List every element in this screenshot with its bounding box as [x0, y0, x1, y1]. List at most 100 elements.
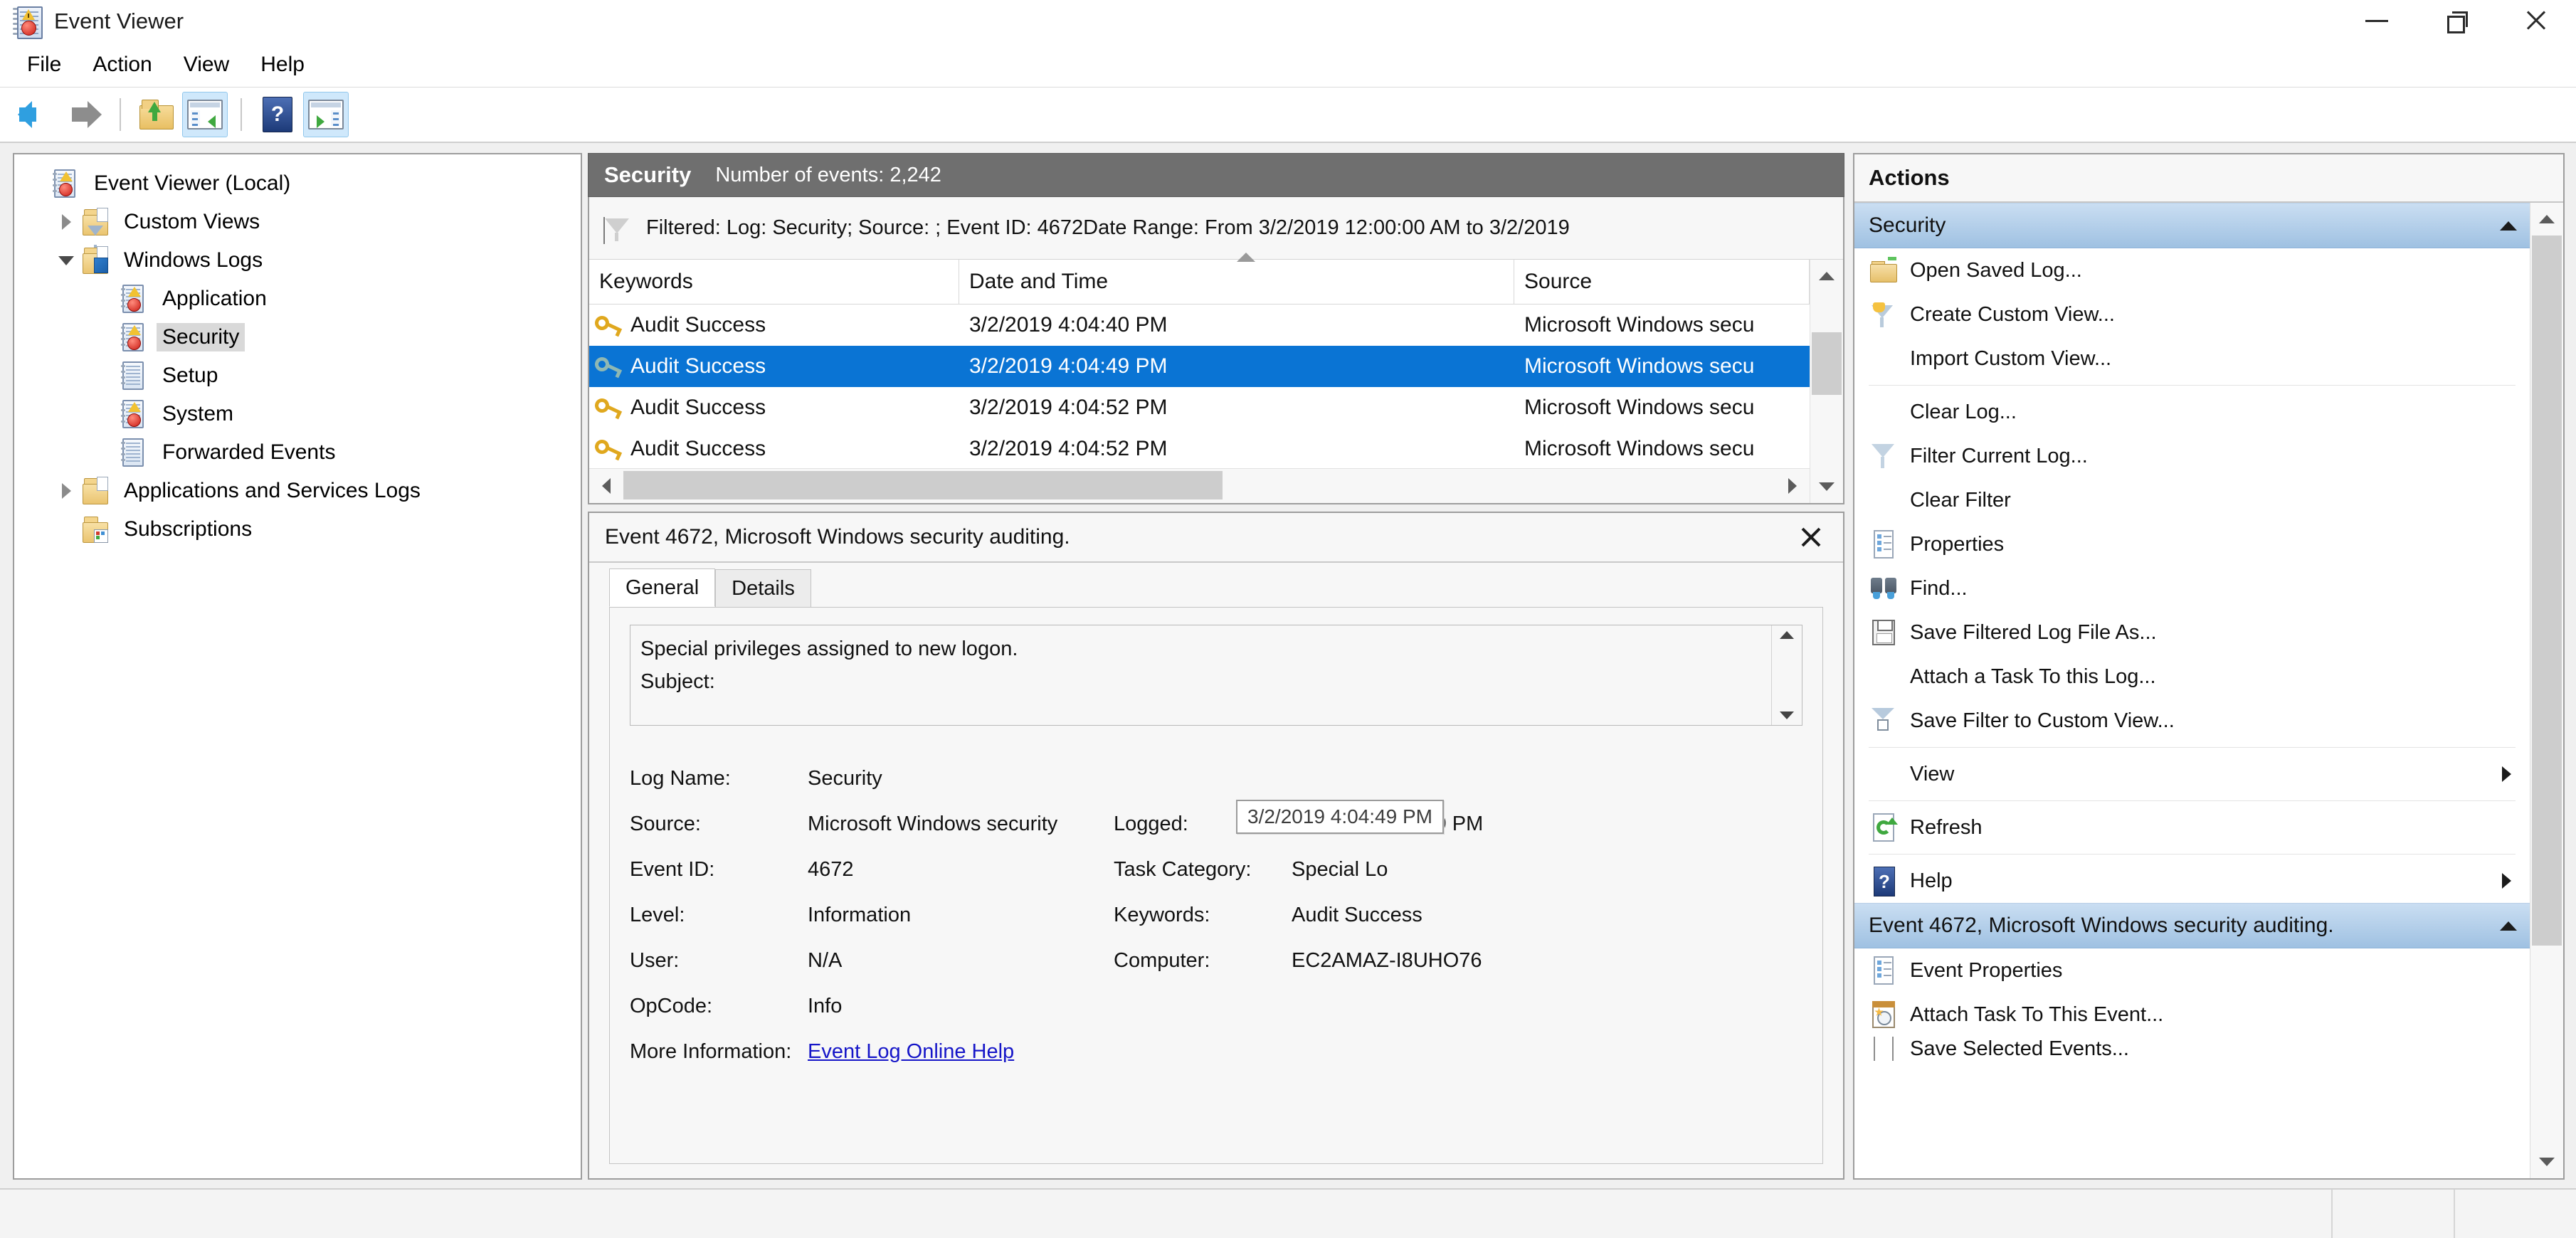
tree-item-system[interactable]: System — [14, 395, 581, 433]
action-clear-filter[interactable]: Clear Filter — [1854, 478, 2530, 522]
cell-source: Microsoft Windows secu — [1524, 396, 1755, 419]
event-list-vertical-scrollbar[interactable] — [1810, 260, 1843, 503]
column-header-source[interactable]: Source — [1514, 260, 1810, 304]
scroll-up-button[interactable] — [1810, 260, 1843, 292]
column-header-keywords[interactable]: Keywords — [589, 260, 959, 304]
scroll-track[interactable] — [2530, 236, 2563, 1146]
log-warning-icon — [120, 399, 148, 429]
field-value: Security — [808, 766, 882, 790]
action-save-selected-events[interactable]: Save Selected Events... — [1854, 1037, 2530, 1061]
table-row[interactable]: Audit Success 3/2/2019 4:04:49 PM Micros… — [589, 346, 1810, 387]
log-header-bar: Security Number of events: 2,242 — [588, 153, 1844, 197]
caret-up-icon[interactable] — [2500, 221, 2517, 231]
back-button[interactable] — [13, 92, 58, 137]
action-save-filter-to-custom-view[interactable]: Save Filter to Custom View... — [1854, 699, 2530, 743]
scroll-track[interactable] — [1810, 292, 1843, 470]
field-value: Information — [808, 903, 912, 926]
filter-funnel-icon — [602, 213, 632, 244]
action-attach-task-to-this-event[interactable]: Attach Task To This Event... — [1854, 993, 2530, 1037]
status-segment — [2333, 1190, 2455, 1238]
tree-expander-collapsed[interactable] — [51, 214, 81, 230]
scroll-down-button[interactable] — [2530, 1146, 2563, 1178]
scroll-left-button[interactable] — [589, 478, 623, 494]
close-button[interactable] — [2496, 0, 2576, 41]
minimize-button[interactable] — [2337, 0, 2417, 41]
help-button[interactable]: ? — [255, 92, 300, 137]
column-headers: Keywords Date and Time Source — [589, 253, 1810, 305]
show-hide-action-pane-button[interactable] — [303, 92, 349, 137]
actions-list: Security Open Saved Log... Create Custom… — [1854, 203, 2530, 1178]
actions-group-header-security[interactable]: Security — [1854, 203, 2530, 248]
menu-view[interactable]: View — [168, 48, 245, 81]
up-one-level-button[interactable] — [134, 92, 179, 137]
apps-services-folder-icon — [81, 476, 110, 506]
caret-up-icon[interactable] — [2500, 921, 2517, 931]
tab-general[interactable]: General — [609, 568, 716, 607]
chevron-up-icon[interactable] — [1780, 631, 1794, 639]
tree-item-setup[interactable]: Setup — [14, 356, 581, 395]
table-row[interactable]: Audit Success 3/2/2019 4:04:52 PM Micros… — [589, 428, 1810, 468]
action-refresh[interactable]: Refresh — [1854, 805, 2530, 850]
table-row[interactable]: Audit Success 3/2/2019 4:04:40 PM Micros… — [589, 305, 1810, 346]
scroll-track[interactable] — [623, 469, 1775, 503]
tree-item-forwarded-events[interactable]: Forwarded Events — [14, 433, 581, 472]
field-label: OpCode: — [630, 994, 713, 1017]
tree-item-application[interactable]: Application — [14, 280, 581, 318]
tree-item-custom-views[interactable]: Custom Views — [14, 203, 581, 250]
menu-action[interactable]: Action — [77, 48, 167, 81]
chevron-down-icon[interactable] — [1780, 711, 1794, 719]
scroll-up-button[interactable] — [2530, 203, 2563, 236]
column-header-date-and-time[interactable]: Date and Time — [959, 253, 1514, 304]
tree-item-event-viewer-local[interactable]: Event Viewer (Local) — [14, 164, 581, 203]
scroll-thumb[interactable] — [1812, 332, 1842, 395]
actions-vertical-scrollbar[interactable] — [2530, 203, 2563, 1178]
filter-bar[interactable]: Filtered: Log: Security; Source: ; Event… — [589, 197, 1843, 260]
forward-button[interactable] — [61, 92, 107, 137]
chevron-up-icon — [2539, 215, 2555, 223]
action-clear-log[interactable]: Clear Log... — [1854, 390, 2530, 434]
action-open-saved-log[interactable]: Open Saved Log... — [1854, 248, 2530, 292]
tree-list: Event Viewer (Local) Custom Views Window… — [14, 154, 581, 549]
action-find[interactable]: Find... — [1854, 566, 2530, 610]
action-import-custom-view[interactable]: Import Custom View... — [1854, 337, 2530, 381]
no-icon — [1867, 342, 1900, 375]
action-view[interactable]: View — [1854, 752, 2530, 796]
center-pane: Security Number of events: 2,242 Filtere… — [588, 153, 1844, 1180]
event-log-online-help-link[interactable]: Event Log Online Help — [808, 1040, 1114, 1064]
restore-button[interactable] — [2417, 0, 2496, 41]
action-help[interactable]: ? Help — [1854, 859, 2530, 903]
scroll-right-button[interactable] — [1775, 478, 1810, 494]
tree-item-windows-logs[interactable]: Windows Logs — [14, 241, 581, 280]
field-value: 4672 — [808, 857, 854, 881]
log-warning-icon — [120, 322, 148, 352]
event-list-horizontal-scrollbar[interactable] — [589, 468, 1810, 503]
tree-item-applications-and-services-logs[interactable]: Applications and Services Logs — [14, 472, 581, 510]
menu-file[interactable]: File — [11, 48, 77, 81]
action-create-custom-view[interactable]: Create Custom View... — [1854, 292, 2530, 337]
tree-item-subscriptions[interactable]: Subscriptions — [14, 510, 581, 549]
action-filter-current-log[interactable]: Filter Current Log... — [1854, 434, 2530, 478]
menu-help[interactable]: Help — [245, 48, 320, 81]
action-label: Save Selected Events... — [1910, 1037, 2129, 1060]
console-tree-pane[interactable]: Event Viewer (Local) Custom Views Window… — [13, 153, 582, 1180]
log-name: Security — [604, 162, 692, 187]
event-viewer-icon — [51, 169, 80, 199]
console-tree-icon — [187, 100, 223, 129]
tab-details[interactable]: Details — [715, 569, 811, 607]
scroll-thumb[interactable] — [2532, 236, 2562, 946]
close-icon[interactable] — [1795, 521, 1827, 554]
action-event-properties[interactable]: Event Properties — [1854, 948, 2530, 993]
event-message-box[interactable]: Special privileges assigned to new logon… — [630, 625, 1802, 726]
action-attach-a-task-to-this-log[interactable]: Attach a Task To this Log... — [1854, 655, 2530, 699]
table-row[interactable]: Audit Success 3/2/2019 4:04:52 PM Micros… — [589, 387, 1810, 428]
tree-expander-expanded[interactable] — [51, 255, 81, 265]
message-scrollbar[interactable] — [1771, 625, 1802, 725]
action-properties[interactable]: Properties — [1854, 522, 2530, 566]
show-hide-console-tree-button[interactable] — [182, 92, 228, 137]
scroll-down-button[interactable] — [1810, 470, 1843, 503]
scroll-thumb[interactable] — [623, 471, 1223, 499]
tree-expander-collapsed[interactable] — [51, 483, 81, 499]
tree-item-security[interactable]: Security — [14, 318, 581, 356]
action-save-filtered-log-file-as[interactable]: Save Filtered Log File As... — [1854, 610, 2530, 655]
actions-group-header-event[interactable]: Event 4672, Microsoft Windows security a… — [1854, 903, 2530, 948]
